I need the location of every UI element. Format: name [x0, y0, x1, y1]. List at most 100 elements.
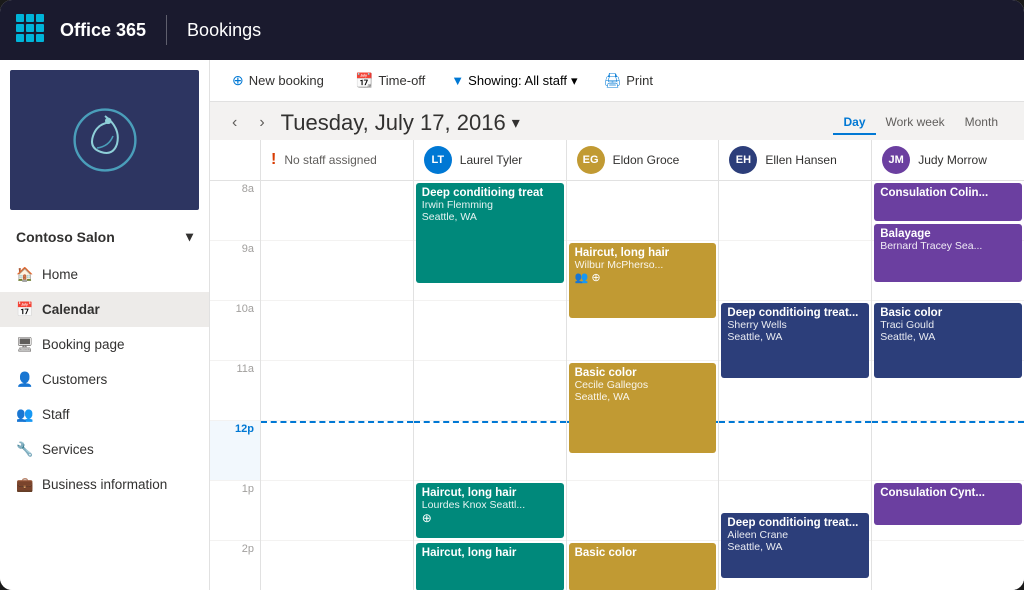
row-12p-laurel [414, 421, 566, 481]
event-deep-ellen-2[interactable]: Deep conditioing treat... Aileen Crane S… [721, 513, 869, 578]
row-9a-ellen [719, 241, 871, 301]
event-basic-eldon-2[interactable]: Basic color [569, 543, 717, 590]
event-deep-ellen-1[interactable]: Deep conditioing treat... Sherry Wells S… [721, 303, 869, 378]
row-10a-laurel [414, 301, 566, 361]
ellen-avatar: EH [729, 146, 757, 174]
event-consulation-judy-2[interactable]: Consulation Cynt... [874, 483, 1022, 525]
event-title: Haircut, long hair [422, 487, 558, 499]
people-icon: 👥 [16, 406, 32, 423]
view-switcher: Day Work week Month [833, 111, 1008, 135]
view-workweek-button[interactable]: Work week [876, 111, 955, 135]
event-title: Consulation Colin... [880, 187, 1016, 199]
column-unassigned [260, 181, 413, 590]
judy-avatar: JM [882, 146, 910, 174]
time-slot-9a: 9a [210, 241, 260, 301]
topbar: Office 365 Bookings [0, 0, 1024, 60]
calendar-nav: ‹ › Tuesday, July 17, 2016 ▾ [226, 110, 520, 136]
event-title: Deep conditioing treat... [727, 307, 863, 319]
app-name: Office 365 [60, 20, 146, 41]
sidebar-item-calendar[interactable]: 📅 Calendar [0, 292, 209, 327]
event-balayage-judy[interactable]: Balayage Bernard Tracey Sea... [874, 224, 1022, 282]
sidebar-item-business-info[interactable]: 💼 Business information [0, 467, 209, 502]
event-title: Consulation Cynt... [880, 487, 1016, 499]
event-deep-condition-laurel[interactable]: Deep conditioing treat Irwin Flemming Se… [416, 183, 564, 283]
eldon-avatar: EG [577, 146, 605, 174]
new-booking-button[interactable]: ⊕ New booking [226, 68, 330, 93]
monitor-icon: 🖥 [16, 336, 32, 353]
laurel-avatar: LT [424, 146, 452, 174]
time-slot-10a: 10a [210, 301, 260, 361]
row-11a-laurel [414, 361, 566, 421]
home-icon: 🏠 [16, 266, 32, 283]
calendar-date-title: Tuesday, July 17, 2016 ▾ [281, 110, 520, 136]
event-title: Basic color [880, 307, 1016, 319]
staff-ellen: EH Ellen Hansen [718, 140, 871, 180]
sidebar-item-customers[interactable]: 👤 Customers [0, 362, 209, 397]
event-consulation-judy-1[interactable]: Consulation Colin... [874, 183, 1022, 221]
event-sub1: Bernard Tracey Sea... [880, 240, 1016, 252]
waffle-icon[interactable] [16, 14, 48, 46]
staff-header-row: ! No staff assigned LT Laurel Tyler EG E… [210, 140, 1024, 181]
event-sub2: Seattle, WA [727, 331, 863, 343]
event-sub1: Aileen Crane [727, 529, 863, 541]
sidebar-item-booking-page[interactable]: 🖥 Booking page [0, 327, 209, 362]
event-sub1: Lourdes Knox Seattl... [422, 499, 558, 511]
staff-laurel: LT Laurel Tyler [413, 140, 566, 180]
row-12p-ellen [719, 421, 871, 481]
event-title: Basic color [575, 547, 711, 559]
staff-eldon: EG Eldon Groce [566, 140, 719, 180]
time-slot-2p: 2p [210, 541, 260, 590]
brand-name[interactable]: Contoso Salon ▾ [0, 220, 209, 253]
brand-logo [10, 70, 199, 210]
row-12p-judy [872, 421, 1024, 481]
time-labels-column: 8a 9a 10a 11a 12p 1p 2p [210, 181, 260, 590]
plus-circle-icon: ⊕ [232, 72, 244, 89]
event-sub1: Wilbur McPherso... [575, 259, 711, 271]
wrench-icon: 🔧 [16, 441, 32, 458]
time-header-cell [210, 140, 260, 180]
column-eldon: Haircut, long hair Wilbur McPherso... 👥 … [566, 181, 719, 590]
event-sub1: Irwin Flemming [422, 199, 558, 211]
time-slot-8a: 8a [210, 181, 260, 241]
calendar-x-icon: 📆 [356, 72, 373, 89]
filter-dropdown[interactable]: ▼ Showing: All staff ▾ [451, 73, 577, 89]
print-button[interactable]: 🖨 Print [597, 68, 659, 93]
event-sub2: Seattle, WA [422, 211, 558, 223]
event-sub2: Seattle, WA [727, 541, 863, 553]
sidebar-item-staff[interactable]: 👥 Staff [0, 397, 209, 432]
event-haircut-laurel-1[interactable]: Haircut, long hair Lourdes Knox Seattl..… [416, 483, 564, 538]
print-icon: 🖨 [603, 72, 621, 89]
row-1p-eldon [567, 481, 719, 541]
event-basic-eldon[interactable]: Basic color Cecile Gallegos Seattle, WA [569, 363, 717, 453]
event-title: Haircut, long hair [422, 547, 558, 559]
sidebar-item-home[interactable]: 🏠 Home [0, 257, 209, 292]
event-title: Basic color [575, 367, 711, 379]
time-off-button[interactable]: 📆 Time-off [350, 68, 431, 93]
row-9a-unassigned [261, 241, 413, 301]
event-basic-judy[interactable]: Basic color Traci Gould Seattle, WA [874, 303, 1022, 378]
event-sub1: Sherry Wells [727, 319, 863, 331]
view-day-button[interactable]: Day [833, 111, 875, 135]
calendar-header: ‹ › Tuesday, July 17, 2016 ▾ Day Work we… [210, 102, 1024, 140]
event-haircut-eldon[interactable]: Haircut, long hair Wilbur McPherso... 👥 … [569, 243, 717, 318]
column-laurel: Deep conditioing treat Irwin Flemming Se… [413, 181, 566, 590]
next-arrow[interactable]: › [253, 112, 270, 134]
calendar-icon: 📅 [16, 301, 32, 318]
row-11a-unassigned [261, 361, 413, 421]
event-title: Balayage [880, 228, 1016, 240]
briefcase-icon: 💼 [16, 476, 32, 493]
event-sub2: Seattle, WA [575, 391, 711, 403]
prev-arrow[interactable]: ‹ [226, 112, 243, 134]
event-sub1: Traci Gould [880, 319, 1016, 331]
view-month-button[interactable]: Month [955, 111, 1008, 135]
topbar-divider [166, 15, 167, 45]
row-8a-ellen [719, 181, 871, 241]
row-12p-unassigned [261, 421, 413, 481]
date-dropdown-icon[interactable]: ▾ [512, 113, 520, 133]
event-title: Haircut, long hair [575, 247, 711, 259]
calendar-toolbar: ⊕ New booking 📆 Time-off ▼ Showing: All … [210, 60, 1024, 102]
event-haircut-laurel-2[interactable]: Haircut, long hair [416, 543, 564, 590]
staff-judy: JM Judy Morrow [871, 140, 1024, 180]
event-title: Deep conditioing treat [422, 187, 558, 199]
sidebar-item-services[interactable]: 🔧 Services [0, 432, 209, 467]
